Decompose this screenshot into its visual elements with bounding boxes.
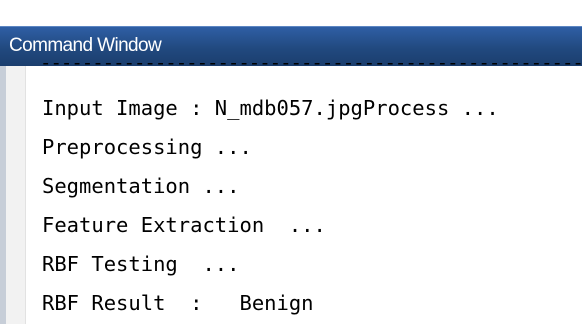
output-line-rbf-result: RBF Result : Benign: [42, 291, 314, 315]
command-gutter: [6, 66, 26, 324]
output-line-segmentation: Segmentation ...: [42, 174, 240, 198]
output-line-preprocessing: Preprocessing ...: [42, 135, 252, 159]
window-top-edge: [0, 0, 582, 26]
output-line-rbf-testing: RBF Testing ...: [42, 252, 240, 276]
output-separator-line: ----------------------------------------…: [40, 58, 582, 70]
output-line-feature-extraction: Feature Extraction ...: [42, 213, 326, 237]
command-window-title: Command Window: [9, 35, 162, 56]
output-line-input-image: Input Image : N_mdb057.jpgProcess ...: [42, 96, 499, 120]
command-window: Command Window -------------------------…: [0, 0, 582, 324]
